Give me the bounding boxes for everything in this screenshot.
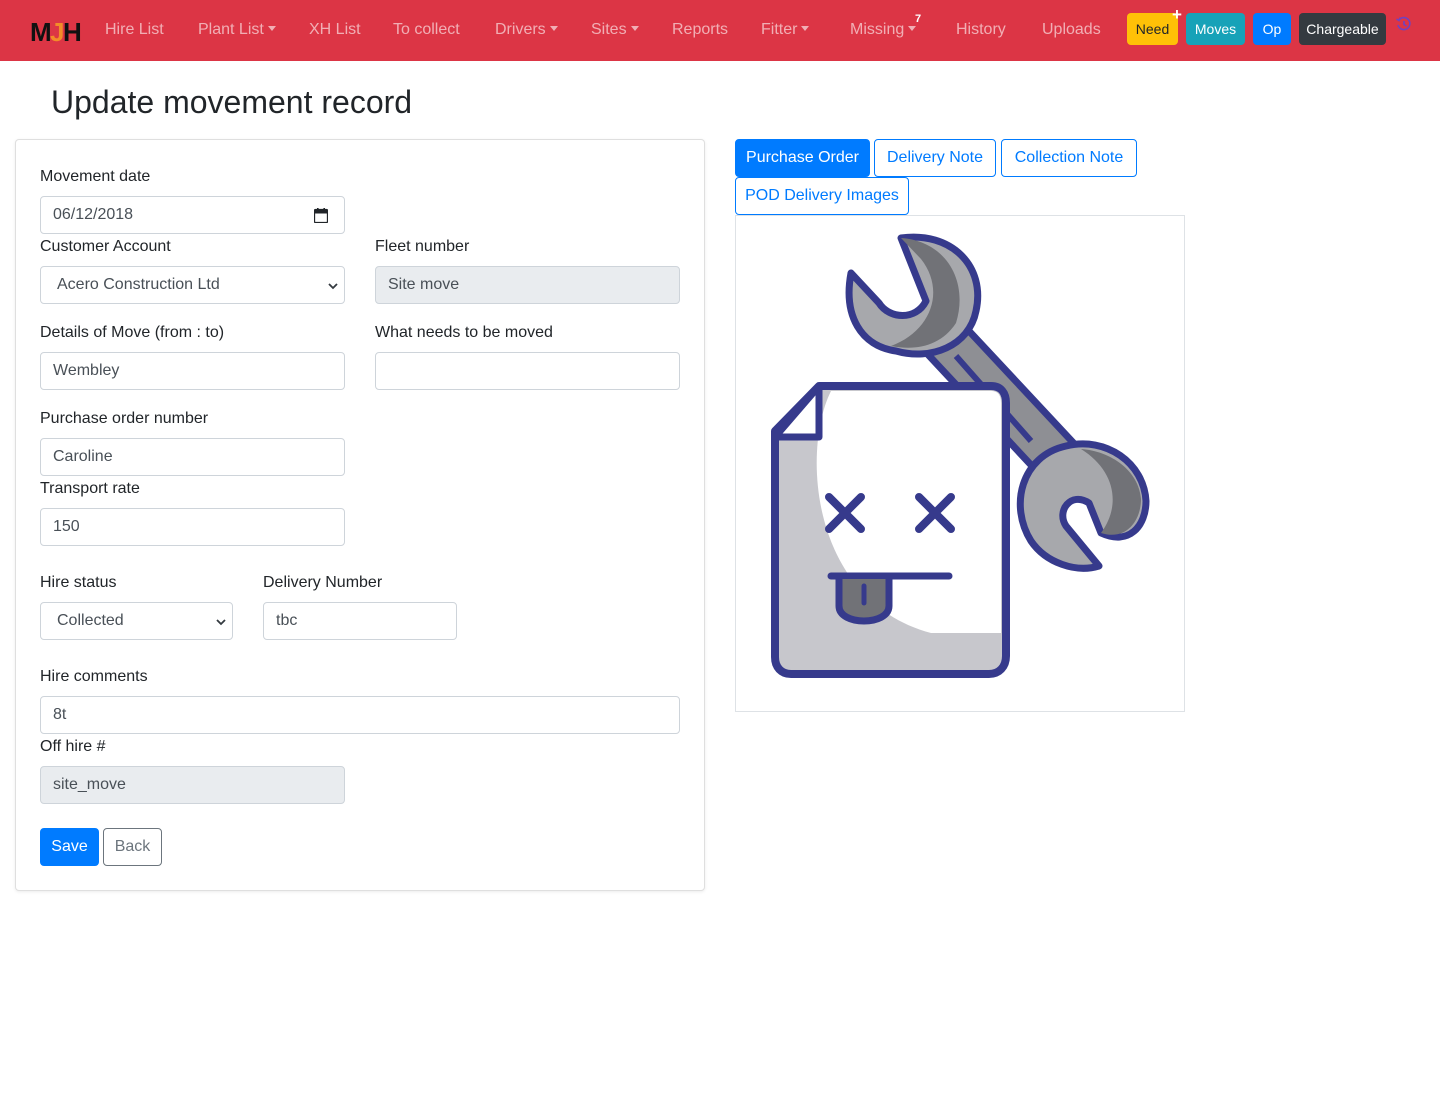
moves-button[interactable]: Moves	[1186, 13, 1245, 45]
op-button[interactable]: Op	[1253, 13, 1291, 45]
document-preview	[735, 215, 1185, 712]
chevron-down-icon	[267, 26, 276, 31]
nav-sites[interactable]: Sites	[591, 20, 639, 40]
off-hire-label: Off hire #	[40, 738, 106, 755]
nav-xh-list[interactable]: XH List	[309, 20, 361, 40]
off-hire-input[interactable]: site_move	[40, 766, 345, 804]
tab-collection-note[interactable]: Collection Note	[1001, 139, 1137, 177]
hire-status-value: Collected	[57, 612, 124, 629]
hire-comments-label: Hire comments	[40, 668, 148, 685]
svg-text:M: M	[30, 17, 52, 47]
customer-account-select[interactable]: Acero Construction Ltd	[40, 266, 345, 304]
need-button[interactable]: Need	[1127, 13, 1178, 45]
chevron-down-icon	[216, 619, 226, 626]
chargeable-button[interactable]: Chargeable	[1299, 13, 1386, 45]
nav-sites-label: Sites	[591, 21, 627, 38]
nav-drivers[interactable]: Drivers	[495, 20, 558, 40]
movement-date-value: 06/12/2018	[53, 206, 134, 223]
what-needs-moving-label: What needs to be moved	[375, 324, 553, 341]
customer-account-value: Acero Construction Ltd	[57, 276, 220, 293]
nav-reports[interactable]: Reports	[672, 20, 728, 40]
calendar-icon[interactable]	[314, 208, 328, 223]
fleet-number-label: Fleet number	[375, 238, 470, 255]
purchase-order-label: Purchase order number	[40, 410, 209, 427]
missing-count-badge: 7	[915, 13, 922, 25]
delivery-number-input[interactable]: tbc	[263, 602, 457, 640]
customer-account-label: Customer Account	[40, 238, 171, 255]
svg-text:H: H	[63, 17, 82, 47]
delivery-number-label: Delivery Number	[263, 574, 383, 591]
history-icon[interactable]	[1395, 15, 1413, 33]
back-button[interactable]: Back	[103, 828, 162, 866]
details-of-move-input[interactable]: Wembley	[40, 352, 345, 390]
chevron-down-icon	[328, 283, 338, 290]
nav-plant-list-label: Plant List	[198, 21, 264, 38]
tab-delivery-note[interactable]: Delivery Note	[874, 139, 996, 177]
nav-history[interactable]: History	[956, 20, 1006, 40]
nav-hire-list[interactable]: Hire List	[105, 20, 164, 40]
nav-missing[interactable]: Missing	[850, 20, 917, 40]
chevron-down-icon	[908, 26, 917, 31]
tab-pod-delivery-images[interactable]: POD Delivery Images	[735, 177, 909, 215]
broken-document-wrench-icon	[771, 233, 1150, 678]
top-navbar: M J H Hire List Plant List XH List To co…	[0, 0, 1440, 61]
what-needs-moving-input[interactable]	[375, 352, 680, 390]
hire-comments-input[interactable]: 8t	[40, 696, 680, 734]
fleet-number-input[interactable]: Site move	[375, 266, 680, 304]
transport-rate-input[interactable]: 150	[40, 508, 345, 546]
plus-icon[interactable]: +	[1172, 6, 1182, 23]
nav-uploads[interactable]: Uploads	[1042, 20, 1101, 40]
nav-to-collect[interactable]: To collect	[393, 20, 460, 40]
nav-fitter[interactable]: Fitter	[761, 20, 810, 40]
nav-fitter-label: Fitter	[761, 21, 798, 38]
purchase-order-input[interactable]: Caroline	[40, 438, 345, 476]
page-title: Update movement record	[51, 84, 413, 120]
transport-rate-label: Transport rate	[40, 480, 140, 497]
tab-purchase-order[interactable]: Purchase Order	[735, 139, 870, 177]
save-button[interactable]: Save	[40, 828, 99, 866]
movement-date-input[interactable]: 06/12/2018	[40, 196, 345, 234]
nav-missing-label: Missing	[850, 21, 905, 38]
chevron-down-icon	[801, 26, 810, 31]
hire-status-label: Hire status	[40, 574, 117, 591]
chevron-down-icon	[630, 26, 639, 31]
nav-plant-list[interactable]: Plant List	[198, 20, 276, 40]
nav-drivers-label: Drivers	[495, 21, 546, 38]
hire-status-select[interactable]: Collected	[40, 602, 233, 640]
chevron-down-icon	[549, 26, 558, 31]
movement-date-label: Movement date	[40, 168, 151, 185]
brand-logo[interactable]: M J H	[30, 14, 82, 48]
details-of-move-label: Details of Move (from : to)	[40, 324, 225, 341]
